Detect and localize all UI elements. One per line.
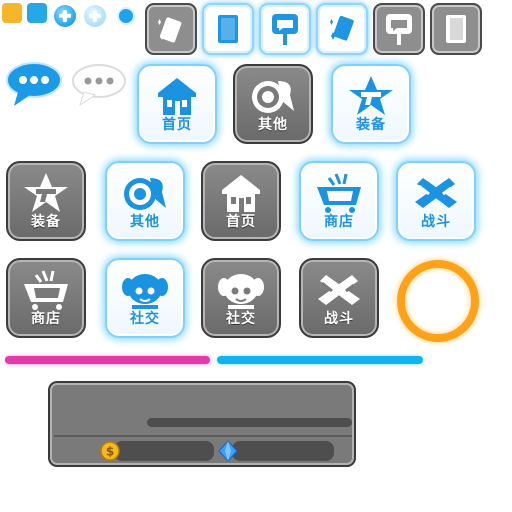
plus-pale-icon[interactable]	[84, 5, 106, 27]
coin-icon: $	[100, 441, 120, 461]
star-gun-icon	[21, 172, 71, 214]
crossed-guns-icon	[411, 172, 461, 214]
house-icon	[216, 172, 266, 214]
target-icon	[120, 172, 170, 214]
tile-shop-mid[interactable]: 商店	[299, 161, 379, 241]
house-icon	[152, 75, 202, 117]
pink-bar	[5, 356, 210, 364]
tile-other-mid[interactable]: 其他	[105, 161, 185, 241]
tile-battle-mid[interactable]: 战斗	[396, 161, 476, 241]
tile-other-top[interactable]: 其他	[233, 64, 313, 144]
chat-bubble-white-icon[interactable]	[70, 62, 128, 108]
basket-icon	[21, 269, 71, 311]
tile-label: 社交	[226, 311, 256, 327]
face-icon	[120, 269, 170, 311]
crossed-guns-icon	[314, 269, 364, 311]
tile-home-mid[interactable]: 首页	[201, 161, 281, 241]
magic-card-icon	[330, 15, 354, 41]
svg-text:$: $	[106, 445, 114, 459]
tile-label: 装备	[356, 117, 386, 133]
cyan-bar	[217, 356, 423, 364]
tile-home-top[interactable]: 首页	[137, 64, 217, 144]
chat-sign-icon	[386, 14, 412, 45]
basket-icon	[314, 172, 364, 214]
small-tile-chat-sign-blue[interactable]	[259, 3, 311, 55]
face-icon	[216, 269, 266, 311]
coin-slot	[114, 441, 214, 461]
resource-panel: $	[48, 381, 356, 467]
yellow-swatch	[2, 3, 22, 23]
tile-social-bot-blue[interactable]: 社交	[105, 258, 185, 338]
small-tile-chat-sign-gray[interactable]	[373, 3, 425, 55]
tile-label: 商店	[324, 214, 354, 230]
orange-ring-icon	[397, 260, 479, 342]
blue-swatch	[27, 3, 47, 23]
tile-label: 战斗	[421, 214, 451, 230]
book-icon	[446, 15, 466, 43]
tile-label: 社交	[130, 311, 160, 327]
chat-bubble-blue-icon[interactable]	[4, 60, 64, 108]
tile-label: 首页	[226, 214, 256, 230]
tile-label: 其他	[130, 214, 160, 230]
progress-track	[147, 418, 352, 427]
small-tile-magic-gray[interactable]	[145, 3, 197, 55]
tile-equip-mid[interactable]: 装备	[6, 161, 86, 241]
tile-equip-top[interactable]: 装备	[331, 64, 411, 144]
tile-label: 装备	[31, 214, 61, 230]
panel-divider	[54, 435, 352, 437]
small-tile-book-blue[interactable]	[202, 3, 254, 55]
gem-icon	[218, 440, 238, 462]
tile-battle-bot[interactable]: 战斗	[299, 258, 379, 338]
small-tile-book-gray[interactable]	[430, 3, 482, 55]
dot-indicator-icon	[117, 7, 135, 25]
tile-shop-bot[interactable]: 商店	[6, 258, 86, 338]
target-icon	[248, 75, 298, 117]
gem-slot	[232, 441, 334, 461]
tile-label: 首页	[162, 117, 192, 133]
tile-label: 商店	[31, 311, 61, 327]
tile-social-bot-gray[interactable]: 社交	[201, 258, 281, 338]
plus-icon[interactable]	[54, 5, 76, 27]
star-gun-icon	[346, 75, 396, 117]
tile-label: 其他	[258, 117, 288, 133]
small-tile-magic-blue[interactable]	[316, 3, 368, 55]
magic-card-icon	[158, 17, 182, 43]
book-icon	[218, 15, 238, 43]
chat-sign-icon	[272, 14, 298, 45]
tile-label: 战斗	[324, 311, 354, 327]
